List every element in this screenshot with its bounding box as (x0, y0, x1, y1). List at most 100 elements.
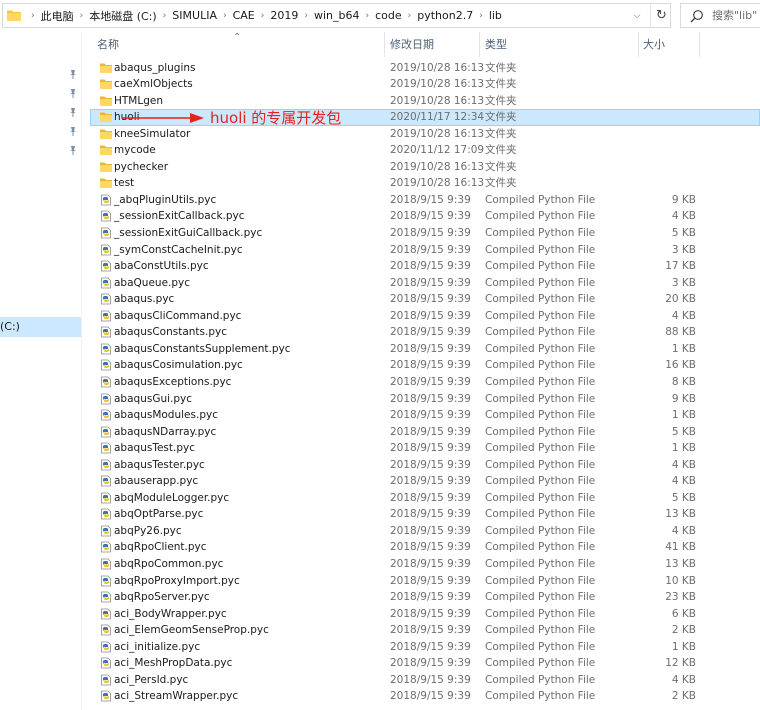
python-file-icon (100, 674, 112, 686)
column-header: ⌃ 名称 修改日期 类型 大小 (90, 32, 760, 58)
breadcrumb-item[interactable]: SIMULIA (172, 9, 217, 22)
breadcrumb-item[interactable]: CAE (233, 9, 255, 22)
file-row[interactable]: aci_ElemGeomSenseProp.pyc 2018/9/15 9:39 C… (90, 622, 760, 639)
file-row[interactable]: abqRpoCommon.pyc 2018/9/15 9:39 Compiled P… (90, 556, 760, 573)
breadcrumb-item[interactable]: 本地磁盘 (C:) (89, 8, 156, 24)
file-row[interactable]: abqModuleLogger.pyc 2018/9/15 9:39 Compile… (90, 490, 760, 507)
file-type: Compiled Python File (485, 640, 596, 653)
file-size: 12 KB (665, 657, 696, 670)
chevron-right-icon[interactable]: › (261, 11, 265, 21)
file-row[interactable]: aci_PersId.pyc 2018/9/15 9:39 Compiled Pyt… (90, 672, 760, 689)
file-row[interactable]: abaqusGui.pyc 2018/9/15 9:39 Compiled Pyth… (90, 391, 760, 408)
file-row[interactable]: abqRpoClient.pyc 2018/9/15 9:39 Compiled P… (90, 539, 760, 556)
file-row[interactable]: abqRpoProxyImport.pyc 2018/9/15 9:39 Compi… (90, 573, 760, 590)
chevron-down-icon[interactable]: ⌵ (626, 4, 648, 27)
pin-icon[interactable] (68, 145, 78, 155)
navigation-pane[interactable]: (C:) (0, 32, 82, 710)
file-row[interactable]: abaqusConstantsSupplement.pyc 2018/9/15 9… (90, 341, 760, 358)
breadcrumb-item[interactable]: win_b64 (314, 9, 360, 22)
file-name: _abqPluginUtils.pyc (114, 193, 217, 206)
folder-row[interactable]: abaqus_plugins 2019/10/28 16:13 文件夹 (90, 60, 760, 77)
file-name: pychecker (114, 160, 169, 173)
file-size: 2 KB (671, 624, 696, 637)
pin-icon[interactable] (68, 126, 78, 136)
file-row[interactable]: abqPy26.pyc 2018/9/15 9:39 Compiled Python… (90, 523, 760, 540)
file-row[interactable]: _symConstCacheInit.pyc 2018/9/15 9:39 Comp… (90, 242, 760, 259)
file-row[interactable]: abauserapp.pyc 2018/9/15 9:39 Compiled Pyt… (90, 473, 760, 490)
file-type: Compiled Python File (485, 690, 596, 703)
column-divider[interactable] (384, 32, 385, 57)
file-row[interactable]: abaqusTest.pyc 2018/9/15 9:39 Compiled Pyt… (90, 440, 760, 457)
file-name: HTMLgen (114, 94, 163, 107)
address-bar-region: › 此电脑 › 本地磁盘 (C:) › SIMULIA › CAE › 2019 › win_b64 ›… (0, 0, 760, 32)
file-row[interactable]: abaqusConstants.pyc 2018/9/15 9:39 Compile… (90, 324, 760, 341)
file-row[interactable]: _sessionExitCallback.pyc 2018/9/15 9:39 Co… (90, 208, 760, 225)
column-divider[interactable] (638, 32, 639, 57)
file-row[interactable]: abqRpoServer.pyc 2018/9/15 9:39 Compiled P… (90, 589, 760, 606)
python-file-icon (100, 442, 112, 454)
file-row[interactable]: aci_MeshPropData.pyc 2018/9/15 9:39 Compil… (90, 655, 760, 672)
chevron-right-icon[interactable]: › (80, 11, 84, 21)
pin-icon[interactable] (68, 107, 78, 117)
python-file-icon (100, 359, 112, 371)
refresh-icon[interactable]: ↻ (650, 4, 672, 27)
breadcrumb-item[interactable]: lib (489, 9, 502, 22)
file-row[interactable]: aci_BodyWrapper.pyc 2018/9/15 9:39 Compile… (90, 606, 760, 623)
file-name: abqModuleLogger.pyc (114, 491, 230, 504)
nav-item-c-drive[interactable]: (C:) (0, 317, 81, 337)
file-row[interactable]: _abqPluginUtils.pyc 2018/9/15 9:39 Compile… (90, 192, 760, 209)
file-size: 13 KB (665, 508, 696, 521)
pin-icon[interactable] (68, 69, 78, 79)
file-size: 5 KB (671, 425, 696, 438)
file-row[interactable]: aci_StreamWrapper.pyc 2018/9/15 9:39 Compi… (90, 688, 760, 705)
chevron-right-icon[interactable]: › (408, 11, 412, 21)
file-row[interactable]: abaqusModules.pyc 2018/9/15 9:39 Compiled … (90, 407, 760, 424)
file-row[interactable]: abqOptParse.pyc 2018/9/15 9:39 Compiled Py… (90, 506, 760, 523)
column-date-header[interactable]: 修改日期 (390, 32, 434, 57)
column-divider[interactable] (479, 32, 480, 57)
file-size: 1 KB (671, 342, 696, 355)
column-type-header[interactable]: 类型 (485, 32, 507, 57)
column-divider[interactable] (699, 32, 700, 57)
chevron-right-icon[interactable]: › (479, 11, 483, 21)
file-type: 文件夹 (485, 111, 517, 124)
breadcrumb-item[interactable]: code (375, 9, 402, 22)
address-bar[interactable]: › 此电脑 › 本地磁盘 (C:) › SIMULIA › CAE › 2019 › win_b64 ›… (2, 3, 671, 28)
folder-row[interactable]: caeXmlObjects 2019/10/28 16:13 文件夹 (90, 76, 760, 93)
file-row[interactable]: abaqusCliCommand.pyc 2018/9/15 9:39 Compil… (90, 308, 760, 325)
file-date: 2018/9/15 9:39 (390, 409, 471, 422)
file-row[interactable]: abaqusCosimulation.pyc 2018/9/15 9:39 Comp… (90, 357, 760, 374)
folder-row[interactable]: test 2019/10/28 16:13 文件夹 (90, 175, 760, 192)
folder-row[interactable]: HTMLgen 2019/10/28 16:13 文件夹 (90, 93, 760, 110)
python-file-icon (100, 608, 112, 620)
breadcrumb-item[interactable]: 2019 (270, 9, 298, 22)
chevron-right-icon[interactable]: › (223, 11, 227, 21)
search-input[interactable]: 搜索"lib" (680, 3, 760, 28)
folder-row[interactable]: pychecker 2019/10/28 16:13 文件夹 (90, 159, 760, 176)
breadcrumb-item[interactable]: python2.7 (417, 9, 473, 22)
file-list[interactable]: ⌃ 名称 修改日期 类型 大小 abaqus_plugins 2019/10/28… (90, 32, 760, 710)
file-type: Compiled Python File (485, 591, 596, 604)
pin-icon[interactable] (68, 88, 78, 98)
file-row[interactable]: abaqus.pyc 2018/9/15 9:39 Compiled Python … (90, 291, 760, 308)
folder-row[interactable]: kneeSimulator 2019/10/28 16:13 文件夹 (90, 126, 760, 143)
file-row[interactable]: _sessionExitGuiCallback.pyc 2018/9/15 9:3… (90, 225, 760, 242)
file-row[interactable]: abaQueue.pyc 2018/9/15 9:39 Compiled Pytho… (90, 275, 760, 292)
chevron-right-icon[interactable]: › (304, 11, 308, 21)
breadcrumb-item[interactable]: 此电脑 (41, 8, 74, 24)
folder-row[interactable]: mycode 2020/11/12 17:09 文件夹 (90, 142, 760, 159)
file-row[interactable]: aci_initialize.pyc 2018/9/15 9:39 Compiled… (90, 639, 760, 656)
file-size: 10 KB (665, 574, 696, 587)
python-file-icon (100, 210, 112, 222)
column-size-header[interactable]: 大小 (643, 32, 665, 57)
column-name-header[interactable]: 名称 (97, 32, 119, 57)
file-row[interactable]: abaConstUtils.pyc 2018/9/15 9:39 Compiled … (90, 258, 760, 275)
chevron-right-icon[interactable]: › (163, 11, 167, 21)
file-row[interactable]: abaqusExceptions.pyc 2018/9/15 9:39 Compil… (90, 374, 760, 391)
chevron-right-icon[interactable]: › (365, 11, 369, 21)
file-date: 2018/9/15 9:39 (390, 359, 471, 372)
chevron-right-icon[interactable]: › (31, 11, 35, 21)
file-size: 13 KB (665, 558, 696, 570)
file-row[interactable]: abaqusTester.pyc 2018/9/15 9:39 Compiled P… (90, 457, 760, 474)
file-row[interactable]: abaqusNDarray.pyc 2018/9/15 9:39 Compiled … (90, 424, 760, 441)
